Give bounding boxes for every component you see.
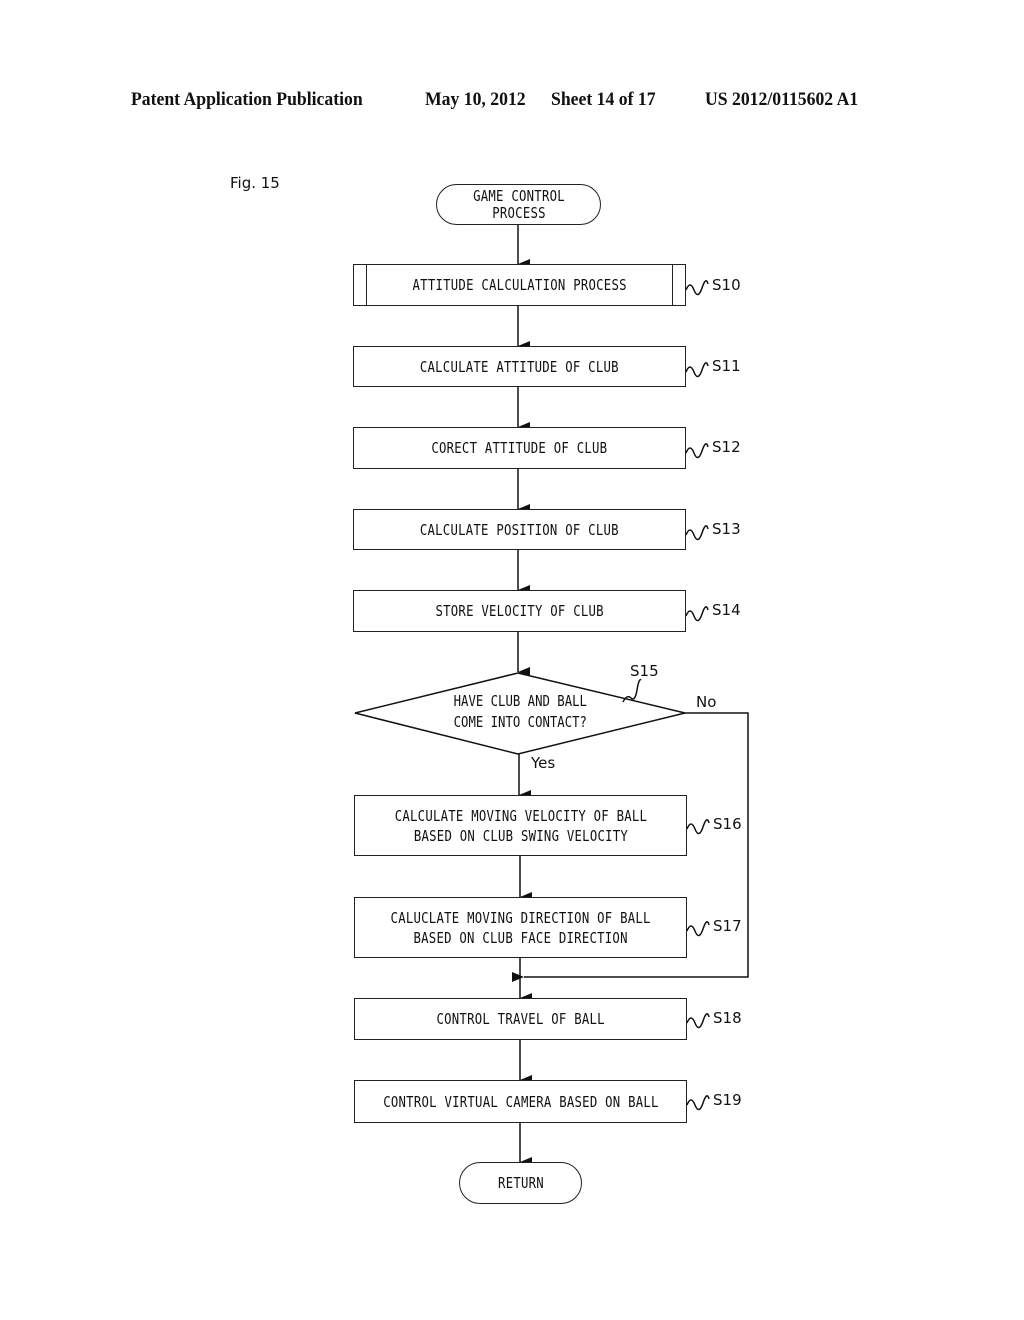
step-s17-text: CALUCLATE MOVING DIRECTION OF BALL BASED… [390,908,651,947]
step-s18-text: CONTROL TRAVEL OF BALL [436,1010,605,1028]
step-s11-id: S11 [712,357,741,375]
step-s16-text: CALCULATE MOVING VELOCITY OF BALL BASED … [394,806,647,845]
step-s15-text: HAVE CLUB AND BALL COME INTO CONTACT? [453,692,587,731]
step-s15-text-wrap: HAVE CLUB AND BALL COME INTO CONTACT? [410,691,630,733]
step-s14-id: S14 [712,601,741,619]
step-s17-box: CALUCLATE MOVING DIRECTION OF BALL BASED… [354,897,687,958]
decision-no-label: No [696,693,717,711]
step-s19-text: CONTROL VIRTUAL CAMERA BASED ON BALL [382,1092,659,1111]
step-s16-box: CALCULATE MOVING VELOCITY OF BALL BASED … [354,795,687,856]
leader-s18 [686,1013,710,1029]
step-s11-text: CALCULATE ATTITUDE OF CLUB [420,357,619,376]
start-terminal: GAME CONTROL PROCESS [436,184,601,225]
step-s12-text: CORECT ATTITUDE OF CLUB [431,439,608,457]
step-s10-text: ATTITUDE CALCULATION PROCESS [412,276,627,294]
decision-yes-label: Yes [531,754,556,772]
leader-s11 [685,362,709,378]
step-s17-id: S17 [713,917,742,935]
step-s19-box: CONTROL VIRTUAL CAMERA BASED ON BALL [354,1080,687,1123]
step-s16-id: S16 [713,815,742,833]
leader-s13 [685,525,709,541]
step-s18-box: CONTROL TRAVEL OF BALL [354,998,687,1040]
end-terminal: RETURN [459,1162,582,1204]
step-s12-box: CORECT ATTITUDE OF CLUB [353,427,686,469]
step-s11-box: CALCULATE ATTITUDE OF CLUB [353,346,686,387]
step-s18-id: S18 [713,1009,742,1027]
step-s13-box: CALCULATE POSITION OF CLUB [353,509,686,550]
step-s13-text: CALCULATE POSITION OF CLUB [420,520,619,539]
step-s12-id: S12 [712,438,741,456]
step-s14-box: STORE VELOCITY OF CLUB [353,590,686,632]
step-s13-id: S13 [712,520,741,538]
step-s10-box: ATTITUDE CALCULATION PROCESS [353,264,686,306]
end-label: RETURN [497,1174,544,1192]
start-label: GAME CONTROL PROCESS [472,186,565,222]
step-s14-text: STORE VELOCITY OF CLUB [435,602,604,620]
step-s19-id: S19 [713,1091,742,1109]
leader-s16 [686,819,710,835]
leader-s14 [685,606,709,622]
leader-s19 [686,1095,710,1111]
step-s10-id: S10 [712,276,741,294]
step-s15-id: S15 [630,662,659,680]
leader-s10 [685,280,709,296]
leader-s12 [685,443,709,459]
leader-s17 [686,921,710,937]
